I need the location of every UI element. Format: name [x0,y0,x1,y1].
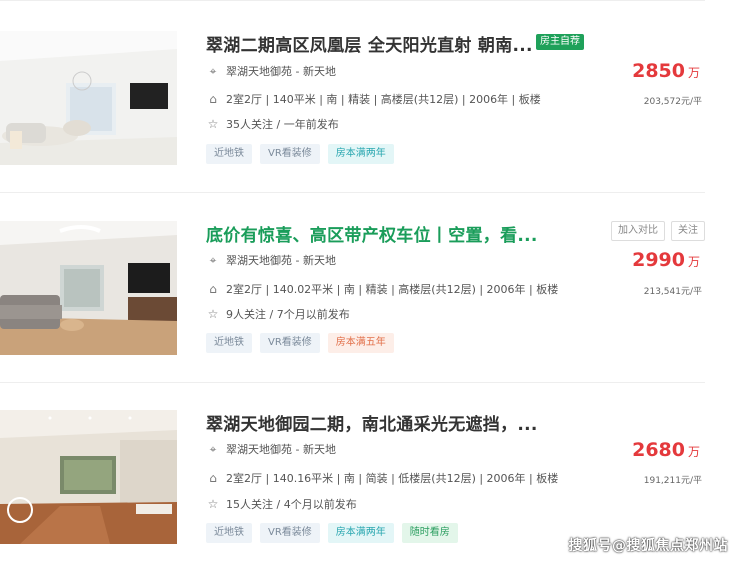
follow-button[interactable]: 关注 [671,221,705,241]
listing-photo[interactable] [0,410,177,544]
community-row: ⌖ 翠湖天地御苑 - 新天地 [206,441,336,457]
unit-price: 191,211元/平 [643,476,702,486]
followers-row: ☆ 35人关注 / 一年前发布 [206,116,339,132]
star-icon: ☆ [207,307,219,321]
listing-title[interactable]: 翠湖二期高区凤凰层 全天阳光直射 朝南... [206,31,533,56]
tag-list: 近地铁 VR看装修 房本满两年 [206,144,394,164]
price-unit: 万 [687,255,700,269]
tag-vr: VR看装修 [260,333,320,353]
owner-recommend-badge: 房主自荐 [536,34,584,50]
price-unit: 万 [687,445,700,459]
location-pin-icon: ⌖ [209,253,217,267]
community-link[interactable]: 翠湖天地御苑 - 新天地 [226,443,336,456]
house-details: 2室2厅 | 140平米 | 南 | 精装 | 高楼层(共12层) | 2006… [226,93,541,106]
tag-viewing-anytime: 随时看房 [401,523,458,543]
followers-text: 35人关注 / 一年前发布 [226,118,339,131]
community-link[interactable]: 翠湖天地御苑 - 新天地 [226,254,336,267]
price-value: 2990 [632,249,685,271]
listing-divider [0,192,705,193]
location-pin-icon: ⌖ [209,442,217,456]
tag-subway: 近地铁 [206,333,252,353]
listing-title[interactable]: 翠湖天地御园二期，南北通采光无遮挡，... [206,410,538,435]
details-row: ⌂ 2室2厅 | 140.02平米 | 南 | 精装 | 高楼层(共12层) | … [206,281,558,297]
community-link[interactable]: 翠湖天地御苑 - 新天地 [226,65,336,78]
star-icon: ☆ [207,117,219,131]
tag-list: 近地铁 VR看装修 房本满两年 随时看房 [206,523,458,543]
listing-photo[interactable] [0,221,177,355]
details-row: ⌂ 2室2厅 | 140.16平米 | 南 | 简装 | 低楼层(共12层) | … [206,470,558,486]
tag-list: 近地铁 VR看装修 房本满五年 [206,333,394,353]
price-unit: 万 [687,66,700,80]
community-row: ⌖ 翠湖天地御苑 - 新天地 [206,63,336,79]
total-price: 2680 万 [632,439,700,461]
details-row: ⌂ 2室2厅 | 140平米 | 南 | 精装 | 高楼层(共12层) | 200… [206,91,541,107]
community-row: ⌖ 翠湖天地御苑 - 新天地 [206,252,336,268]
listing-photo[interactable] [0,31,177,165]
house-icon: ⌂ [209,471,217,485]
tag-vr: VR看装修 [260,523,320,543]
add-to-compare-button[interactable]: 加入对比 [611,221,665,241]
watermark: 搜狐号@搜狐焦点郑州站 [568,538,728,554]
tag-ownership-years: 房本满两年 [327,523,394,543]
unit-price: 203,572元/平 [643,97,702,107]
listing-card-1[interactable]: 翠湖二期高区凤凰层 全天阳光直射 朝南... 房主自荐 ⌖ 翠湖天地御苑 - 新天… [0,31,705,191]
location-pin-icon: ⌖ [209,64,217,78]
total-price: 2990 万 [632,249,700,271]
tag-ownership-years: 房本满两年 [327,144,394,164]
followers-text: 15人关注 / 4个月以前发布 [226,498,357,511]
listing-title[interactable]: 底价有惊喜、高区带产权车位丨空置，看... [206,221,538,246]
house-icon: ⌂ [209,92,217,106]
followers-row: ☆ 9人关注 / 7个月以前发布 [206,306,350,322]
tag-ownership-years: 房本满五年 [327,333,394,353]
unit-price: 213,541元/平 [643,287,702,297]
price-value: 2680 [632,439,685,461]
tag-vr: VR看装修 [260,144,320,164]
tag-subway: 近地铁 [206,523,252,543]
listing-divider [0,382,705,383]
house-details: 2室2厅 | 140.02平米 | 南 | 精装 | 高楼层(共12层) | 2… [226,283,559,296]
star-icon: ☆ [207,497,219,511]
followers-text: 9人关注 / 7个月以前发布 [226,308,350,321]
total-price: 2850 万 [632,60,700,82]
tag-subway: 近地铁 [206,144,252,164]
followers-row: ☆ 15人关注 / 4个月以前发布 [206,496,357,512]
listing-card-2[interactable]: 底价有惊喜、高区带产权车位丨空置，看... 加入对比 关注 ⌖ 翠湖天地御苑 - … [0,221,705,381]
price-value: 2850 [632,60,685,82]
top-divider [0,0,705,1]
house-details: 2室2厅 | 140.16平米 | 南 | 简装 | 低楼层(共12层) | 2… [226,472,559,485]
house-icon: ⌂ [209,282,217,296]
